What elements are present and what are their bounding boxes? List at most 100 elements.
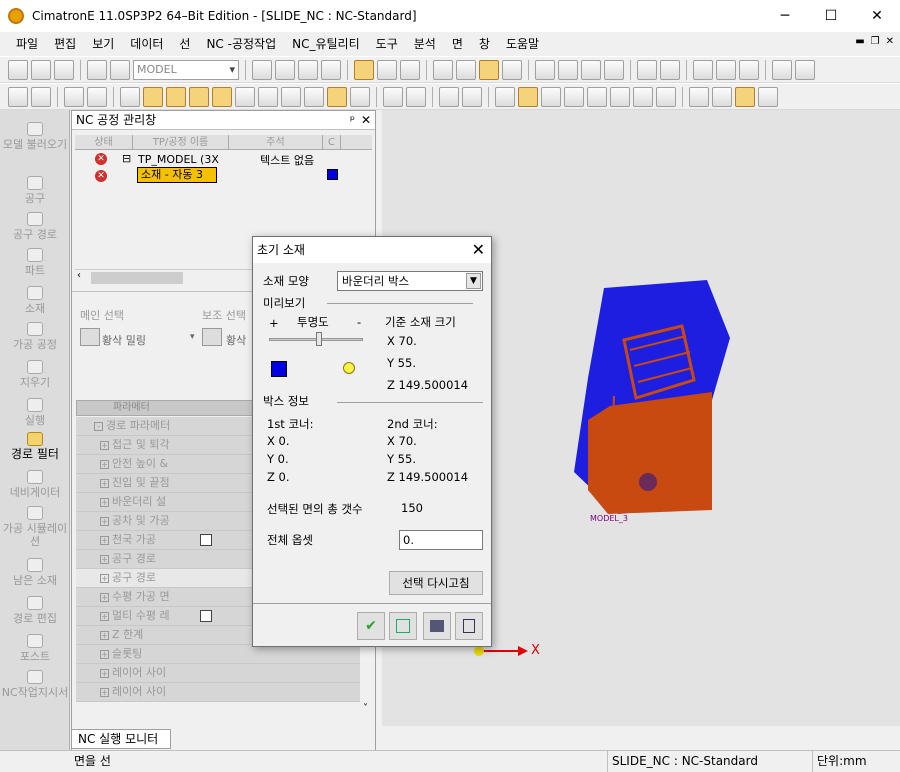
- reselect-button[interactable]: 선택 다시고침: [389, 571, 483, 595]
- tool-icon[interactable]: [439, 86, 459, 107]
- expand-icon[interactable]: +: [100, 478, 109, 488]
- light-icon[interactable]: [558, 59, 578, 80]
- cursor-icon[interactable]: [87, 86, 107, 107]
- tab-machining[interactable]: 가공 공정: [0, 322, 70, 351]
- scroll-thumb[interactable]: [91, 272, 183, 284]
- menu-nc-process[interactable]: NC -공정작업: [198, 32, 284, 56]
- mdi-minimize-icon[interactable]: ▬: [855, 36, 864, 47]
- panel-close-icon[interactable]: ✕: [361, 111, 371, 130]
- expand-icon[interactable]: +: [100, 687, 109, 697]
- minimize-button[interactable]: ─: [762, 0, 808, 32]
- param-row[interactable]: + 슬롯팅: [76, 645, 364, 664]
- view-dropdown-icon[interactable]: [400, 59, 420, 80]
- tab-simulation[interactable]: 가공 시뮬레이션: [0, 506, 70, 548]
- wireframe-cube-icon[interactable]: [354, 59, 374, 80]
- report-icon[interactable]: [587, 86, 607, 107]
- snap-icon[interactable]: [383, 86, 403, 107]
- offset-input[interactable]: 0.: [399, 530, 483, 550]
- scroll-down-icon[interactable]: ˅: [363, 703, 368, 714]
- paint-icon[interactable]: [772, 59, 792, 80]
- tree-root-label[interactable]: TP_MODEL (3X: [138, 153, 219, 166]
- expand-icon[interactable]: +: [100, 611, 109, 621]
- grid-icon[interactable]: [716, 59, 736, 80]
- cloud-icon[interactable]: [110, 59, 130, 80]
- model-combo[interactable]: MODEL: [133, 59, 239, 80]
- pan-icon[interactable]: [321, 59, 341, 80]
- menu-window[interactable]: 창: [471, 32, 498, 56]
- menu-data[interactable]: 데이터: [122, 32, 171, 56]
- process-active-icon[interactable]: [518, 86, 538, 107]
- exit-button[interactable]: [455, 612, 483, 640]
- tab-load-model[interactable]: 모델 불러오기: [0, 122, 70, 151]
- main-select-dropdown-icon[interactable]: ▾: [190, 332, 195, 342]
- mdi-restore-icon[interactable]: ❐: [871, 36, 880, 47]
- info-icon[interactable]: [610, 86, 630, 107]
- filter-solid-icon[interactable]: [304, 86, 324, 107]
- zoom-fit-icon[interactable]: [252, 59, 272, 80]
- zoom-window-icon[interactable]: [275, 59, 295, 80]
- eraser-icon[interactable]: [712, 86, 732, 107]
- menu-edit[interactable]: 편집: [46, 32, 84, 56]
- expand-icon[interactable]: +: [100, 497, 109, 507]
- expand-icon[interactable]: +: [100, 554, 109, 564]
- filter-edge-icon[interactable]: [235, 86, 255, 107]
- shaded-cube-icon[interactable]: [377, 59, 397, 80]
- tree-child-label[interactable]: 소재 - 자동 3: [137, 167, 217, 183]
- filter-face-icon[interactable]: [143, 86, 163, 107]
- material-icon[interactable]: [795, 59, 815, 80]
- shape-select[interactable]: 바운더리 박스 ▼: [337, 271, 483, 291]
- table-icon[interactable]: [541, 86, 561, 107]
- mdi-close-icon[interactable]: ✕: [886, 36, 894, 47]
- layer-icon[interactable]: [87, 59, 107, 80]
- bulb-icon[interactable]: [581, 59, 601, 80]
- pin-icon[interactable]: ᵖ: [350, 111, 355, 130]
- pick-icon[interactable]: [8, 86, 28, 107]
- ok-button[interactable]: ✔: [357, 612, 385, 640]
- tree-collapse-icon[interactable]: ⊟: [122, 152, 131, 165]
- arrow-left-icon[interactable]: [637, 59, 657, 80]
- measure-icon[interactable]: [633, 86, 653, 107]
- menu-view[interactable]: 보기: [84, 32, 122, 56]
- tab-stock[interactable]: 소재: [0, 286, 70, 315]
- stock-color-swatch[interactable]: [271, 361, 287, 377]
- tab-delete[interactable]: 지우기: [0, 360, 70, 389]
- tab-tool[interactable]: 공구: [0, 176, 70, 205]
- param-checkbox[interactable]: [200, 610, 212, 622]
- select-icon[interactable]: [535, 59, 555, 80]
- tab-part[interactable]: 파트: [0, 248, 70, 277]
- expand-icon[interactable]: +: [100, 668, 109, 678]
- expand-icon[interactable]: +: [100, 649, 109, 659]
- param-row[interactable]: + 레이어 사이: [76, 664, 364, 683]
- menu-analysis[interactable]: 분석: [406, 32, 444, 56]
- expand-icon[interactable]: +: [100, 459, 109, 469]
- tab-tool-path[interactable]: 공구 경로: [0, 212, 70, 241]
- apply-button[interactable]: [389, 612, 417, 640]
- display-mode-3-icon[interactable]: [479, 59, 499, 80]
- col-c[interactable]: C: [323, 135, 341, 150]
- arrow-tool-icon[interactable]: [758, 86, 778, 107]
- menu-face[interactable]: 면: [444, 32, 471, 56]
- col-tp-name[interactable]: TP/공정 이름: [133, 135, 229, 150]
- process-icon[interactable]: [495, 86, 515, 107]
- menu-line[interactable]: 선: [171, 32, 198, 56]
- expand-icon[interactable]: +: [100, 516, 109, 526]
- snap2-icon[interactable]: [406, 86, 426, 107]
- tab-navigator[interactable]: 네비게이터: [0, 470, 70, 499]
- filter-face2-icon[interactable]: [166, 86, 186, 107]
- new-file-icon[interactable]: [8, 59, 28, 80]
- filter-curve-icon[interactable]: [258, 86, 278, 107]
- menu-nc-utility[interactable]: NC_유틸리티: [284, 32, 368, 56]
- col-status[interactable]: 상태: [75, 135, 133, 150]
- dialog-close-button[interactable]: ✕: [472, 237, 485, 263]
- zoom-dynamic-icon[interactable]: [298, 59, 318, 80]
- swap-icon[interactable]: [350, 86, 370, 107]
- expand-icon[interactable]: +: [100, 535, 109, 545]
- sub-select-value[interactable]: 황삭: [226, 332, 246, 348]
- menu-tools[interactable]: 도구: [368, 32, 406, 56]
- bulb-query-icon[interactable]: [604, 59, 624, 80]
- save-icon[interactable]: [54, 59, 74, 80]
- lightbulb-icon[interactable]: [343, 362, 355, 374]
- param-row[interactable]: + 레이어 사이: [76, 683, 364, 702]
- close-button[interactable]: ✕: [854, 0, 900, 32]
- filter-point-icon[interactable]: [281, 86, 301, 107]
